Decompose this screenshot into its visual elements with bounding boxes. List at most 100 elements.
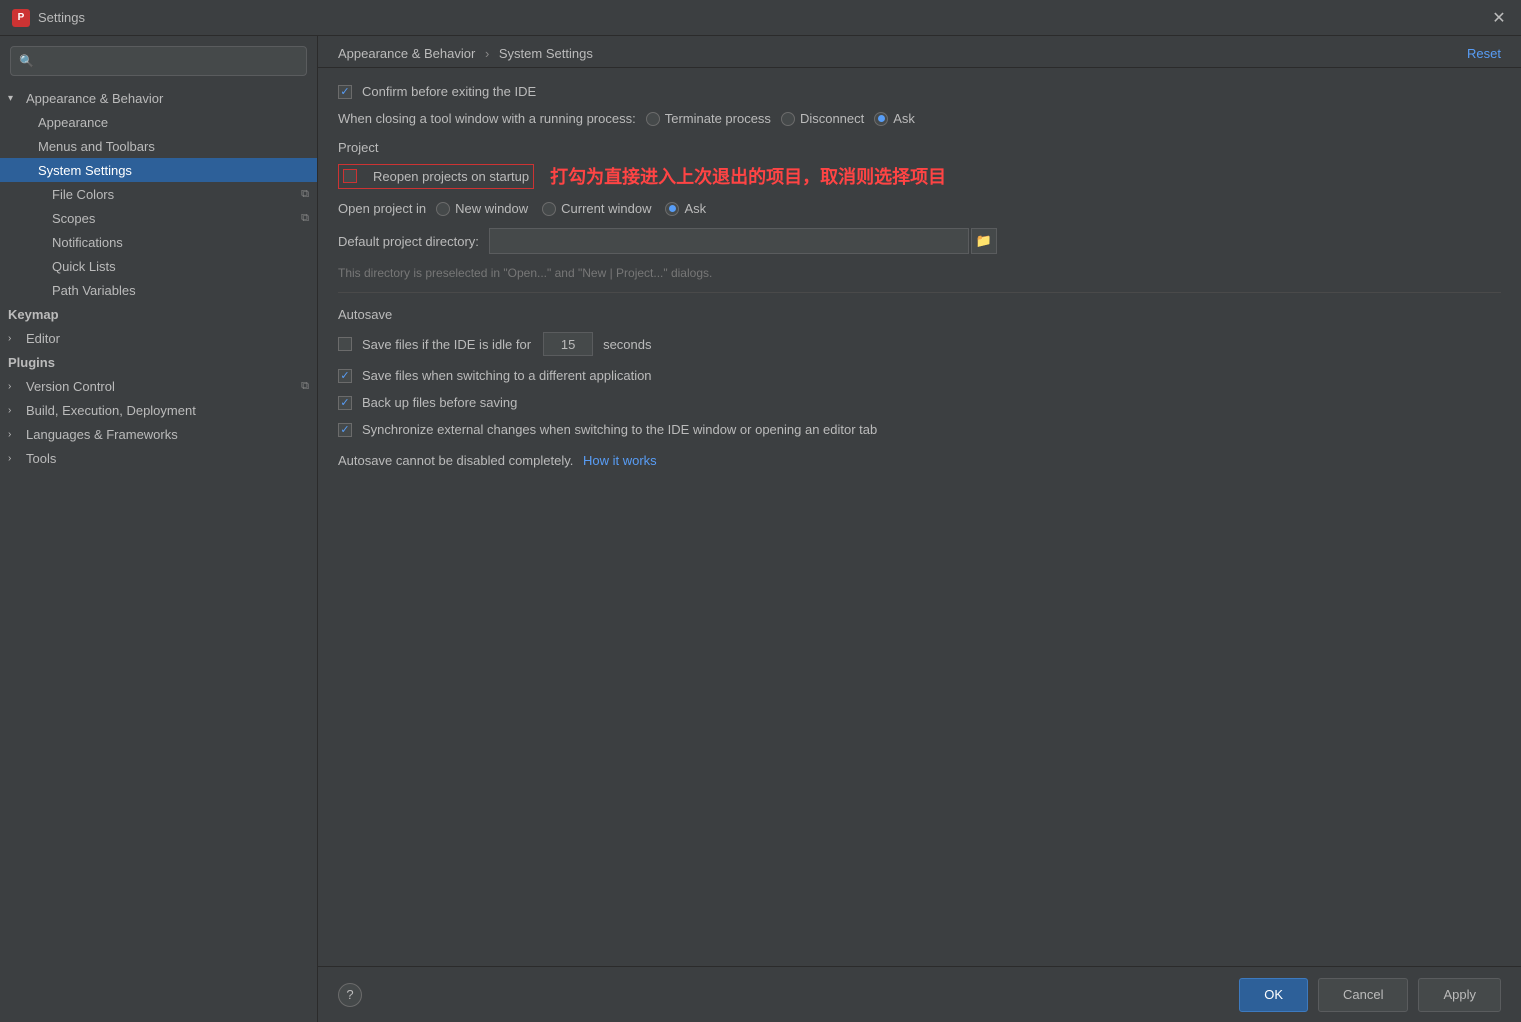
default-dir-label: Default project directory: <box>338 234 479 249</box>
sidebar-item-plugins[interactable]: Plugins <box>0 350 317 374</box>
sidebar-item-editor[interactable]: › Editor <box>0 326 317 350</box>
save-idle-row: Save files if the IDE is idle for second… <box>338 332 1501 356</box>
current-window-label: Current window <box>561 201 651 216</box>
expand-arrow-icon: › <box>8 405 22 416</box>
expand-arrow-icon: ▾ <box>8 93 22 104</box>
search-icon: 🔍 <box>19 54 34 68</box>
window-title: Settings <box>38 10 1489 25</box>
open-project-label: Open project in <box>338 201 426 216</box>
annotation-text: 打勾为直接进入上次退出的项目，取消则选择项目 <box>550 163 946 189</box>
reopen-highlighted-box: Reopen projects on startup <box>338 164 534 189</box>
save-switching-checkbox[interactable] <box>338 369 352 383</box>
copy-icon: ⧉ <box>301 212 309 225</box>
default-dir-input[interactable] <box>489 228 969 254</box>
main-content: 🔍 ▾ Appearance & Behavior Appearance Men… <box>0 36 1521 1022</box>
copy-icon: ⧉ <box>301 380 309 393</box>
confirm-exit-checkbox[interactable] <box>338 85 352 99</box>
sidebar-item-languages-frameworks[interactable]: › Languages & Frameworks <box>0 422 317 446</box>
reopen-projects-label: Reopen projects on startup <box>373 169 529 184</box>
backup-saving-label: Back up files before saving <box>362 395 517 410</box>
ok-button[interactable]: OK <box>1239 978 1308 1012</box>
autosave-section-label: Autosave <box>338 307 1501 322</box>
idle-seconds-input[interactable] <box>543 332 593 356</box>
sidebar-item-appearance-behavior[interactable]: ▾ Appearance & Behavior <box>0 86 317 110</box>
sidebar-item-build-execution[interactable]: › Build, Execution, Deployment <box>0 398 317 422</box>
project-section-label: Project <box>338 140 1501 155</box>
section-divider <box>338 292 1501 293</box>
expand-arrow-icon: › <box>8 333 22 344</box>
sidebar-item-scopes[interactable]: Scopes ⧉ <box>0 206 317 230</box>
dir-hint-text: This directory is preselected in "Open..… <box>338 266 1501 280</box>
current-window-radio[interactable] <box>542 202 556 216</box>
sync-external-checkbox[interactable] <box>338 423 352 437</box>
ask-process-label: Ask <box>893 111 915 126</box>
apply-button[interactable]: Apply <box>1418 978 1501 1012</box>
save-idle-label-before: Save files if the IDE is idle for <box>362 337 531 352</box>
help-button[interactable]: ? <box>338 983 362 1007</box>
search-box[interactable]: 🔍 <box>10 46 307 76</box>
search-input[interactable] <box>39 54 298 69</box>
sync-external-label: Synchronize external changes when switch… <box>362 422 877 437</box>
cancel-button[interactable]: Cancel <box>1318 978 1408 1012</box>
sidebar-item-tools[interactable]: › Tools <box>0 446 317 470</box>
save-switching-row: Save files when switching to a different… <box>338 368 1501 383</box>
autosave-note-row: Autosave cannot be disabled completely. … <box>338 453 1501 468</box>
disconnect-radio[interactable] <box>781 112 795 126</box>
disconnect-option[interactable]: Disconnect <box>781 111 864 126</box>
sidebar-item-menus-toolbars[interactable]: Menus and Toolbars <box>0 134 317 158</box>
titlebar: P Settings ✕ <box>0 0 1521 36</box>
ask-project-option[interactable]: Ask <box>665 201 706 216</box>
autosave-note-text: Autosave cannot be disabled completely. <box>338 453 573 468</box>
ask-process-radio[interactable] <box>874 112 888 126</box>
sidebar-item-path-variables[interactable]: Path Variables <box>0 278 317 302</box>
footer: ? OK Cancel Apply <box>318 966 1521 1022</box>
backup-saving-row: Back up files before saving <box>338 395 1501 410</box>
backup-saving-checkbox[interactable] <box>338 396 352 410</box>
terminate-label: Terminate process <box>665 111 771 126</box>
reopen-projects-checkbox[interactable] <box>343 169 357 183</box>
sidebar-tree: ▾ Appearance & Behavior Appearance Menus… <box>0 82 317 1022</box>
save-idle-label-after: seconds <box>603 337 651 352</box>
footer-left: ? <box>338 983 362 1007</box>
content-header: Appearance & Behavior › System Settings … <box>318 36 1521 68</box>
ask-process-option[interactable]: Ask <box>874 111 915 126</box>
ask-project-radio[interactable] <box>665 202 679 216</box>
copy-icon: ⧉ <box>301 188 309 201</box>
default-dir-row: Default project directory: 📁 <box>338 228 1501 254</box>
reset-button[interactable]: Reset <box>1467 46 1501 61</box>
open-project-row: Open project in New window Current windo… <box>338 201 1501 216</box>
ask-project-label: Ask <box>684 201 706 216</box>
settings-body: Confirm before exiting the IDE When clos… <box>318 68 1521 966</box>
expand-arrow-icon: › <box>8 453 22 464</box>
app-icon: P <box>12 9 30 27</box>
sidebar-item-system-settings[interactable]: System Settings <box>0 158 317 182</box>
reopen-projects-row: Reopen projects on startup 打勾为直接进入上次退出的项… <box>338 163 1501 189</box>
sidebar-item-notifications[interactable]: Notifications <box>0 230 317 254</box>
expand-arrow-icon: › <box>8 429 22 440</box>
close-button[interactable]: ✕ <box>1489 8 1509 28</box>
sidebar-item-appearance[interactable]: Appearance <box>0 110 317 134</box>
terminate-radio[interactable] <box>646 112 660 126</box>
current-window-option[interactable]: Current window <box>542 201 651 216</box>
how-it-works-link[interactable]: How it works <box>583 453 657 468</box>
sidebar-item-quick-lists[interactable]: Quick Lists <box>0 254 317 278</box>
settings-window: P Settings ✕ 🔍 ▾ Appearance & Behavior A… <box>0 0 1521 1022</box>
sidebar: 🔍 ▾ Appearance & Behavior Appearance Men… <box>0 36 318 1022</box>
footer-right: OK Cancel Apply <box>1239 978 1501 1012</box>
confirm-exit-row: Confirm before exiting the IDE <box>338 84 1501 99</box>
disconnect-label: Disconnect <box>800 111 864 126</box>
sync-external-row: Synchronize external changes when switch… <box>338 422 1501 437</box>
folder-browse-button[interactable]: 📁 <box>971 228 997 254</box>
confirm-exit-label: Confirm before exiting the IDE <box>362 84 536 99</box>
save-switching-label: Save files when switching to a different… <box>362 368 652 383</box>
sidebar-item-file-colors[interactable]: File Colors ⧉ <box>0 182 317 206</box>
closing-process-row: When closing a tool window with a runnin… <box>338 111 1501 126</box>
new-window-option[interactable]: New window <box>436 201 528 216</box>
new-window-label: New window <box>455 201 528 216</box>
sidebar-item-keymap[interactable]: Keymap <box>0 302 317 326</box>
terminate-option[interactable]: Terminate process <box>646 111 771 126</box>
new-window-radio[interactable] <box>436 202 450 216</box>
save-idle-checkbox[interactable] <box>338 337 352 351</box>
sidebar-item-version-control[interactable]: › Version Control ⧉ <box>0 374 317 398</box>
expand-arrow-icon: › <box>8 381 22 392</box>
